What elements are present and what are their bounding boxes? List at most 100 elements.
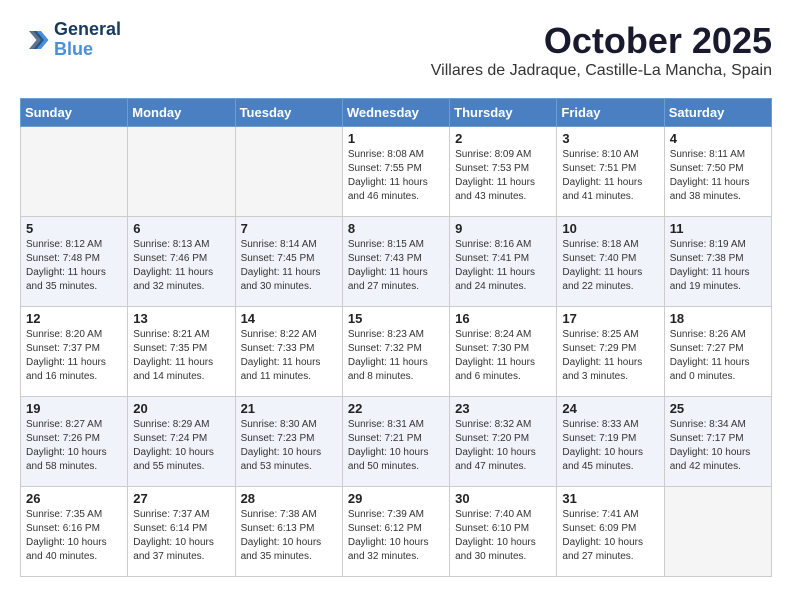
calendar-cell: 12 Sunrise: 8:20 AMSunset: 7:37 PMDaylig… bbox=[21, 307, 128, 397]
top-bar: General Blue October 2025 Villares de Ja… bbox=[20, 20, 772, 90]
day-number: 21 bbox=[241, 401, 337, 416]
day-number: 24 bbox=[562, 401, 658, 416]
calendar-cell: 11 Sunrise: 8:19 AMSunset: 7:38 PMDaylig… bbox=[664, 217, 771, 307]
day-info: Sunrise: 7:41 AMSunset: 6:09 PMDaylight:… bbox=[562, 509, 643, 562]
logo: General Blue bbox=[20, 20, 121, 60]
weekday-header-monday: Monday bbox=[128, 99, 235, 127]
day-number: 31 bbox=[562, 491, 658, 506]
title-section: October 2025 Villares de Jadraque, Casti… bbox=[431, 20, 772, 90]
day-number: 15 bbox=[348, 311, 444, 326]
day-number: 26 bbox=[26, 491, 122, 506]
week-row-5: 26 Sunrise: 7:35 AMSunset: 6:16 PMDaylig… bbox=[21, 487, 772, 577]
day-info: Sunrise: 7:37 AMSunset: 6:14 PMDaylight:… bbox=[133, 509, 214, 562]
day-info: Sunrise: 8:24 AMSunset: 7:30 PMDaylight:… bbox=[455, 329, 535, 382]
calendar-cell: 7 Sunrise: 8:14 AMSunset: 7:45 PMDayligh… bbox=[235, 217, 342, 307]
weekday-header-sunday: Sunday bbox=[21, 99, 128, 127]
calendar-cell: 16 Sunrise: 8:24 AMSunset: 7:30 PMDaylig… bbox=[450, 307, 557, 397]
day-number: 27 bbox=[133, 491, 229, 506]
day-info: Sunrise: 8:13 AMSunset: 7:46 PMDaylight:… bbox=[133, 239, 213, 292]
day-info: Sunrise: 7:35 AMSunset: 6:16 PMDaylight:… bbox=[26, 509, 107, 562]
day-number: 22 bbox=[348, 401, 444, 416]
calendar-cell: 10 Sunrise: 8:18 AMSunset: 7:40 PMDaylig… bbox=[557, 217, 664, 307]
day-info: Sunrise: 8:25 AMSunset: 7:29 PMDaylight:… bbox=[562, 329, 642, 382]
week-row-3: 12 Sunrise: 8:20 AMSunset: 7:37 PMDaylig… bbox=[21, 307, 772, 397]
day-number: 30 bbox=[455, 491, 551, 506]
calendar-cell: 13 Sunrise: 8:21 AMSunset: 7:35 PMDaylig… bbox=[128, 307, 235, 397]
logo-line1: General bbox=[54, 20, 121, 40]
week-row-1: 1 Sunrise: 8:08 AMSunset: 7:55 PMDayligh… bbox=[21, 127, 772, 217]
logo-line2: Blue bbox=[54, 40, 121, 60]
day-info: Sunrise: 8:34 AMSunset: 7:17 PMDaylight:… bbox=[670, 419, 751, 472]
day-info: Sunrise: 7:39 AMSunset: 6:12 PMDaylight:… bbox=[348, 509, 429, 562]
day-number: 12 bbox=[26, 311, 122, 326]
day-number: 20 bbox=[133, 401, 229, 416]
day-number: 16 bbox=[455, 311, 551, 326]
day-number: 8 bbox=[348, 221, 444, 236]
day-number: 11 bbox=[670, 221, 766, 236]
day-info: Sunrise: 8:33 AMSunset: 7:19 PMDaylight:… bbox=[562, 419, 643, 472]
weekday-header-friday: Friday bbox=[557, 99, 664, 127]
calendar-cell: 2 Sunrise: 8:09 AMSunset: 7:53 PMDayligh… bbox=[450, 127, 557, 217]
calendar-cell: 6 Sunrise: 8:13 AMSunset: 7:46 PMDayligh… bbox=[128, 217, 235, 307]
day-info: Sunrise: 8:11 AMSunset: 7:50 PMDaylight:… bbox=[670, 149, 750, 202]
calendar-cell: 30 Sunrise: 7:40 AMSunset: 6:10 PMDaylig… bbox=[450, 487, 557, 577]
day-number: 10 bbox=[562, 221, 658, 236]
day-number: 3 bbox=[562, 131, 658, 146]
calendar-cell: 31 Sunrise: 7:41 AMSunset: 6:09 PMDaylig… bbox=[557, 487, 664, 577]
calendar-cell bbox=[128, 127, 235, 217]
week-row-2: 5 Sunrise: 8:12 AMSunset: 7:48 PMDayligh… bbox=[21, 217, 772, 307]
logo-text: General Blue bbox=[54, 20, 121, 60]
calendar-cell: 22 Sunrise: 8:31 AMSunset: 7:21 PMDaylig… bbox=[342, 397, 449, 487]
calendar-cell: 9 Sunrise: 8:16 AMSunset: 7:41 PMDayligh… bbox=[450, 217, 557, 307]
calendar-cell: 14 Sunrise: 8:22 AMSunset: 7:33 PMDaylig… bbox=[235, 307, 342, 397]
day-info: Sunrise: 7:38 AMSunset: 6:13 PMDaylight:… bbox=[241, 509, 322, 562]
day-number: 5 bbox=[26, 221, 122, 236]
calendar-cell bbox=[235, 127, 342, 217]
day-number: 17 bbox=[562, 311, 658, 326]
day-info: Sunrise: 8:29 AMSunset: 7:24 PMDaylight:… bbox=[133, 419, 214, 472]
day-number: 13 bbox=[133, 311, 229, 326]
calendar-cell: 19 Sunrise: 8:27 AMSunset: 7:26 PMDaylig… bbox=[21, 397, 128, 487]
calendar-cell: 18 Sunrise: 8:26 AMSunset: 7:27 PMDaylig… bbox=[664, 307, 771, 397]
day-info: Sunrise: 8:10 AMSunset: 7:51 PMDaylight:… bbox=[562, 149, 642, 202]
calendar-cell: 17 Sunrise: 8:25 AMSunset: 7:29 PMDaylig… bbox=[557, 307, 664, 397]
day-number: 9 bbox=[455, 221, 551, 236]
location-title: Villares de Jadraque, Castille-La Mancha… bbox=[431, 62, 772, 80]
logo-icon bbox=[20, 25, 50, 55]
calendar-cell: 1 Sunrise: 8:08 AMSunset: 7:55 PMDayligh… bbox=[342, 127, 449, 217]
weekday-header-row: SundayMondayTuesdayWednesdayThursdayFrid… bbox=[21, 99, 772, 127]
weekday-header-tuesday: Tuesday bbox=[235, 99, 342, 127]
calendar-cell: 4 Sunrise: 8:11 AMSunset: 7:50 PMDayligh… bbox=[664, 127, 771, 217]
calendar-cell: 15 Sunrise: 8:23 AMSunset: 7:32 PMDaylig… bbox=[342, 307, 449, 397]
day-number: 25 bbox=[670, 401, 766, 416]
day-number: 23 bbox=[455, 401, 551, 416]
week-row-4: 19 Sunrise: 8:27 AMSunset: 7:26 PMDaylig… bbox=[21, 397, 772, 487]
calendar-cell: 5 Sunrise: 8:12 AMSunset: 7:48 PMDayligh… bbox=[21, 217, 128, 307]
day-info: Sunrise: 8:23 AMSunset: 7:32 PMDaylight:… bbox=[348, 329, 428, 382]
calendar-cell: 25 Sunrise: 8:34 AMSunset: 7:17 PMDaylig… bbox=[664, 397, 771, 487]
day-info: Sunrise: 8:15 AMSunset: 7:43 PMDaylight:… bbox=[348, 239, 428, 292]
calendar-cell bbox=[21, 127, 128, 217]
weekday-header-thursday: Thursday bbox=[450, 99, 557, 127]
day-info: Sunrise: 8:09 AMSunset: 7:53 PMDaylight:… bbox=[455, 149, 535, 202]
calendar-cell: 23 Sunrise: 8:32 AMSunset: 7:20 PMDaylig… bbox=[450, 397, 557, 487]
calendar-cell: 3 Sunrise: 8:10 AMSunset: 7:51 PMDayligh… bbox=[557, 127, 664, 217]
calendar-cell: 28 Sunrise: 7:38 AMSunset: 6:13 PMDaylig… bbox=[235, 487, 342, 577]
day-number: 2 bbox=[455, 131, 551, 146]
calendar-cell: 21 Sunrise: 8:30 AMSunset: 7:23 PMDaylig… bbox=[235, 397, 342, 487]
day-info: Sunrise: 8:16 AMSunset: 7:41 PMDaylight:… bbox=[455, 239, 535, 292]
day-number: 28 bbox=[241, 491, 337, 506]
day-info: Sunrise: 7:40 AMSunset: 6:10 PMDaylight:… bbox=[455, 509, 536, 562]
calendar-cell: 20 Sunrise: 8:29 AMSunset: 7:24 PMDaylig… bbox=[128, 397, 235, 487]
day-number: 14 bbox=[241, 311, 337, 326]
calendar-cell: 24 Sunrise: 8:33 AMSunset: 7:19 PMDaylig… bbox=[557, 397, 664, 487]
day-number: 4 bbox=[670, 131, 766, 146]
day-info: Sunrise: 8:27 AMSunset: 7:26 PMDaylight:… bbox=[26, 419, 107, 472]
month-title: October 2025 bbox=[431, 20, 772, 62]
weekday-header-saturday: Saturday bbox=[664, 99, 771, 127]
calendar-cell: 8 Sunrise: 8:15 AMSunset: 7:43 PMDayligh… bbox=[342, 217, 449, 307]
calendar-cell: 26 Sunrise: 7:35 AMSunset: 6:16 PMDaylig… bbox=[21, 487, 128, 577]
calendar-table: SundayMondayTuesdayWednesdayThursdayFrid… bbox=[20, 98, 772, 577]
day-info: Sunrise: 8:21 AMSunset: 7:35 PMDaylight:… bbox=[133, 329, 213, 382]
day-number: 18 bbox=[670, 311, 766, 326]
